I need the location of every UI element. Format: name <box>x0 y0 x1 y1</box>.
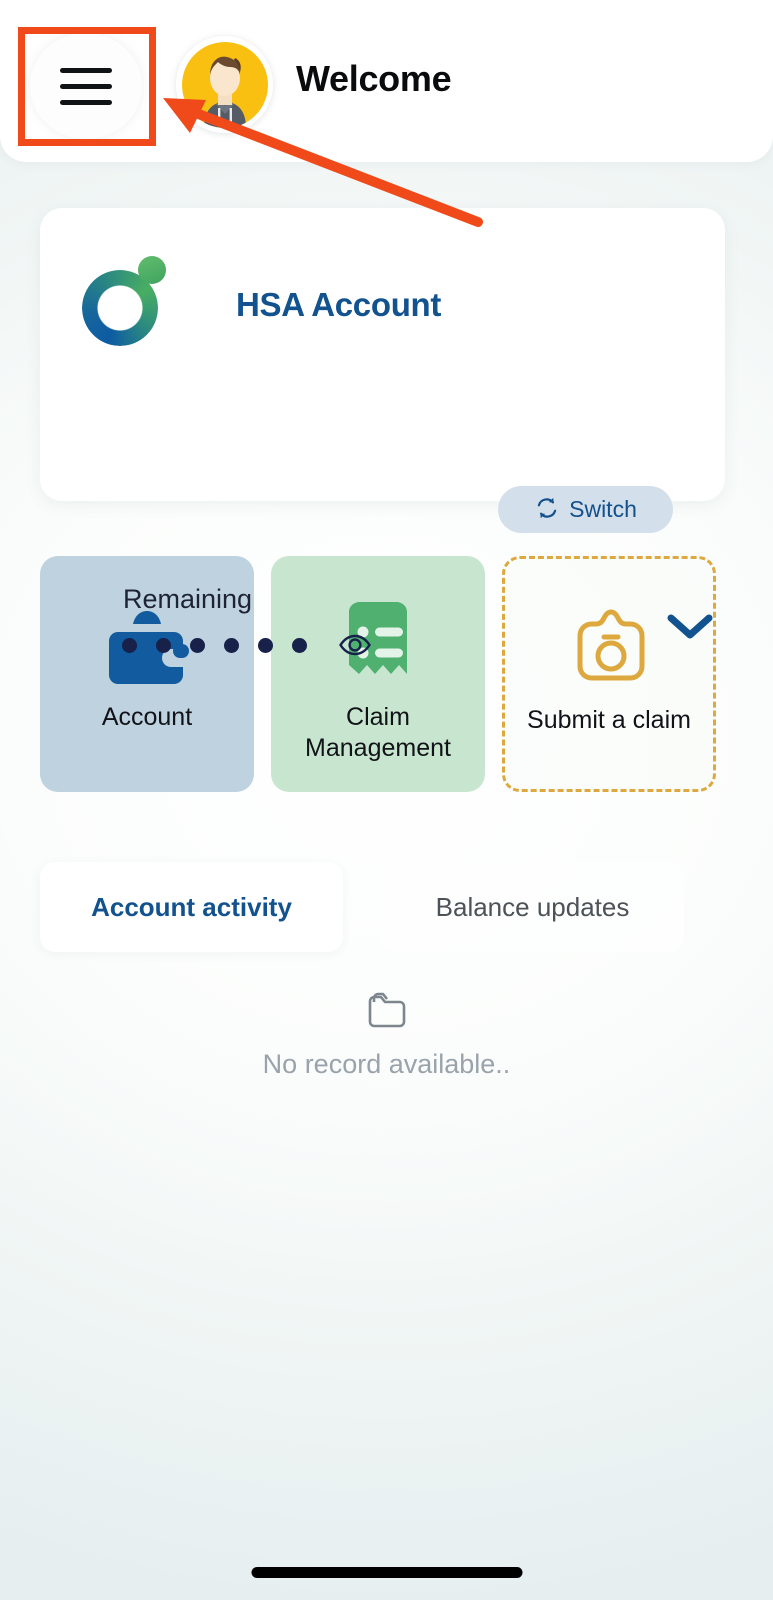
masked-balance <box>122 633 372 657</box>
tile-label: Submit a claim <box>527 706 691 734</box>
menu-bar-1 <box>60 67 112 73</box>
hamburger-menu-icon[interactable] <box>30 33 142 139</box>
eye-icon[interactable] <box>338 633 372 657</box>
avatar-image <box>181 41 268 128</box>
mask-dot <box>292 637 307 653</box>
camera-icon <box>566 599 652 695</box>
tile-claim-management[interactable]: Claim Management <box>271 556 485 792</box>
switch-label: Switch <box>569 496 637 522</box>
mask-dot <box>156 637 171 653</box>
activity-tabs: Account activity Balance updates <box>40 862 725 952</box>
logo-dot-shape <box>138 256 166 284</box>
app-header: Welcome <box>0 0 773 162</box>
menu-bar-2 <box>60 83 112 89</box>
mask-dot <box>190 637 205 653</box>
tab-account-activity[interactable]: Account activity <box>40 862 343 952</box>
brand-ring-logo <box>82 250 177 346</box>
avatar[interactable] <box>176 36 273 133</box>
avatar-person-icon <box>203 56 246 128</box>
tile-label: Claim Management <box>305 703 451 762</box>
chevron-down-icon[interactable] <box>658 600 722 652</box>
account-name: HSA Account <box>236 286 442 323</box>
page-title: Welcome <box>296 58 452 99</box>
mask-dot <box>258 637 273 653</box>
tab-label: Account activity <box>91 891 292 922</box>
tile-submit-a-claim[interactable]: Submit a claim <box>502 556 716 792</box>
balance-label: Remaining <box>123 584 253 614</box>
app-screen: Welcome HSA Account Switch Remaining Acc… <box>0 0 773 1600</box>
tab-label: Balance updates <box>435 891 630 922</box>
mask-dot <box>224 637 239 653</box>
empty-state: No record available.. <box>0 988 773 1080</box>
switch-account-button[interactable]: Switch <box>498 486 673 533</box>
tile-label: Account <box>101 703 193 731</box>
home-indicator-bar <box>251 1567 522 1578</box>
tab-balance-updates[interactable]: Balance updates <box>381 862 684 952</box>
empty-folder-icon <box>364 988 410 1035</box>
empty-state-message: No record available.. <box>262 1049 511 1079</box>
account-summary-card: HSA Account Switch Remaining <box>40 208 725 656</box>
mask-dot <box>122 637 137 653</box>
menu-bar-3 <box>60 99 112 105</box>
refresh-switch-icon <box>534 495 560 524</box>
